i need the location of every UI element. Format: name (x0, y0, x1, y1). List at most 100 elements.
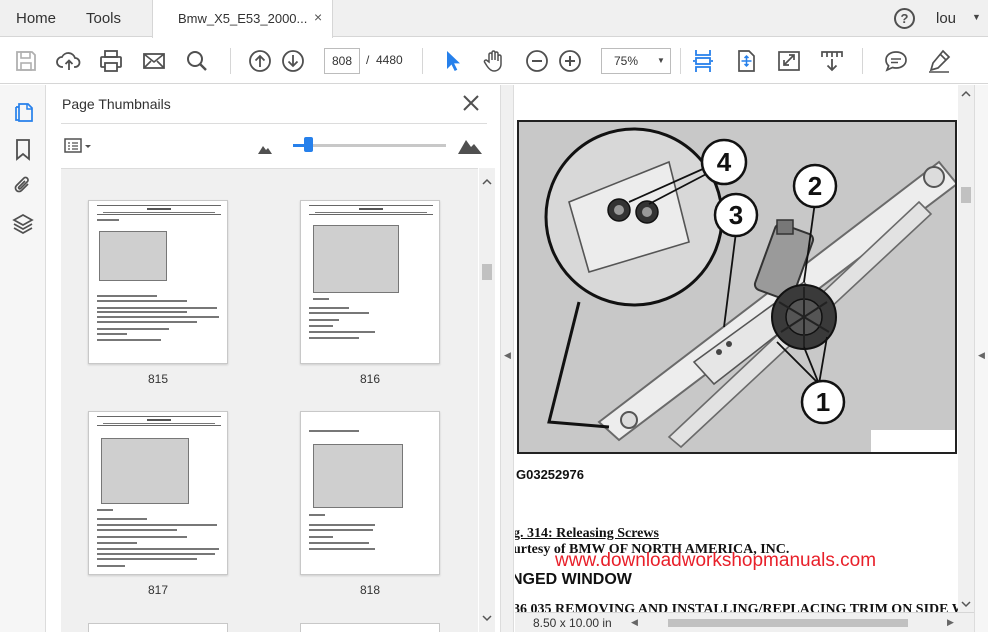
page-thumbnail[interactable] (300, 623, 440, 632)
increase-thumbnail-size-icon[interactable] (457, 137, 483, 160)
thumbnail-text-line (309, 514, 325, 516)
scroll-left-icon[interactable]: ◀ (631, 617, 638, 628)
chevron-down-icon[interactable]: ▼ (972, 12, 981, 22)
thumbnail-figure (313, 225, 399, 293)
close-icon[interactable] (461, 93, 481, 113)
tab-bar: Home Tools Bmw_X5_E53_2000... × ? lou ▼ (0, 0, 988, 38)
help-icon[interactable]: ? (894, 8, 915, 29)
horizontal-scrollbar-thumb[interactable] (668, 619, 908, 627)
callout-label: 1 (816, 387, 830, 417)
upload-cloud-icon[interactable] (56, 48, 82, 74)
procedure-title: 36 035 REMOVING AND INSTALLING/REPLACING… (515, 602, 958, 612)
thumbnail-figure (99, 231, 167, 281)
thumbnail-text-line (97, 300, 187, 302)
thumbnail-text-line (97, 548, 219, 550)
email-icon[interactable] (141, 48, 167, 74)
previous-page-icon[interactable] (247, 48, 273, 74)
thumbnail-size-slider[interactable] (293, 144, 446, 147)
document-scrollbar[interactable] (958, 85, 974, 612)
panel-splitter[interactable]: ◀ (500, 85, 514, 632)
thumbnail-text-line (309, 430, 359, 432)
thumbnail-size-slider-handle[interactable] (304, 137, 314, 152)
page-thumbnails-icon[interactable] (11, 99, 35, 123)
tab-tools[interactable]: Tools (86, 0, 121, 37)
thumbnail-text-line (309, 307, 349, 309)
next-page-icon[interactable] (280, 48, 306, 74)
close-tab-icon[interactable]: × (314, 9, 322, 25)
thumbnail-text-line (309, 529, 373, 531)
thumbnail-text-line (313, 298, 329, 300)
thumbnail-text-line (309, 542, 369, 544)
scroll-right-icon[interactable]: ▶ (947, 617, 954, 628)
page-thumbnail[interactable] (88, 411, 228, 575)
thumbnails-scrollbar[interactable] (479, 168, 495, 632)
thumbnail-text-line (309, 536, 333, 538)
scrolling-mode-icon[interactable] (690, 48, 716, 74)
thumbnail-text-line (309, 325, 333, 327)
zoom-in-icon[interactable] (557, 48, 583, 74)
zoom-select[interactable]: 75% ▼ (601, 48, 671, 74)
attachments-icon[interactable] (11, 173, 35, 197)
expand-tools-icon[interactable]: ◀ (978, 350, 985, 361)
zoom-out-icon[interactable] (524, 48, 550, 74)
thumbnail-text-line (309, 331, 375, 333)
bookmarks-icon[interactable] (11, 137, 35, 161)
read-mode-icon[interactable] (819, 48, 845, 74)
callout-label: 3 (729, 200, 743, 230)
select-cursor-icon[interactable] (439, 48, 465, 74)
thumbnail-text-line (309, 319, 339, 321)
thumbnail-text-line (97, 536, 187, 538)
comment-icon[interactable] (883, 48, 909, 74)
toolbar-divider (230, 48, 231, 74)
thumbnail-text-line (97, 316, 219, 318)
tab-home[interactable]: Home (16, 0, 56, 37)
full-screen-icon[interactable] (776, 48, 802, 74)
page-number-input[interactable]: 808 (324, 48, 360, 74)
thumbnail-text-line (97, 295, 157, 297)
thumbnail-text-line (97, 518, 147, 520)
layers-icon[interactable] (11, 212, 35, 236)
thumbnail-text-line (97, 307, 217, 309)
window-regulator-figure: 4 3 2 1 (517, 120, 957, 454)
scrollbar-thumb[interactable] (482, 264, 492, 280)
decrease-thumbnail-size-icon[interactable] (257, 142, 273, 160)
panel-title: Page Thumbnails (62, 96, 171, 112)
scroll-down-icon[interactable] (479, 612, 495, 624)
hand-tool-icon[interactable] (481, 48, 507, 74)
thumbnail-figure (101, 438, 189, 504)
print-icon[interactable] (98, 48, 124, 74)
page-thumbnail[interactable] (300, 200, 440, 364)
toolbar-divider (422, 48, 423, 74)
thumbnails-list: 815 816 817 818 (61, 168, 478, 632)
fit-page-icon[interactable] (733, 48, 759, 74)
page-thumbnail[interactable] (88, 200, 228, 364)
thumbnail-figure (313, 444, 403, 508)
section-heading: NGED WINDOW (515, 571, 632, 588)
scroll-up-icon[interactable] (958, 88, 974, 100)
page-thumbnail[interactable] (300, 411, 440, 575)
thumbnail-text-line (97, 509, 113, 511)
search-icon[interactable] (184, 48, 210, 74)
page-thumbnail[interactable] (88, 623, 228, 632)
thumbnail-text-line (309, 524, 375, 526)
thumbnail-page-number: 816 (359, 372, 381, 386)
thumbnail-text-line (97, 524, 217, 526)
scrollbar-thumb[interactable] (961, 187, 971, 203)
callout-label: 4 (717, 147, 732, 177)
thumbnail-options-icon[interactable] (64, 137, 94, 155)
watermark: www.downloadworkshopmanuals.com (555, 550, 877, 571)
save-icon[interactable] (13, 48, 39, 74)
sign-pen-icon[interactable] (926, 48, 952, 74)
collapse-panel-icon[interactable]: ◀ (504, 350, 511, 361)
scroll-down-icon[interactable] (958, 598, 974, 610)
tab-document[interactable]: Bmw_X5_E53_2000... × (152, 0, 333, 38)
user-menu[interactable]: lou (936, 10, 956, 27)
total-pages: 4480 (376, 53, 403, 67)
tab-document-label: Bmw_X5_E53_2000... (178, 11, 308, 26)
toolbar-divider (862, 48, 863, 74)
document-view[interactable]: 4 3 2 1 G03252976 g. 314: Releasing Scre… (515, 85, 958, 612)
scroll-up-icon[interactable] (479, 176, 495, 188)
thumbnail-header (309, 205, 433, 215)
figure-caption: g. 314: Releasing Screws (515, 526, 659, 541)
thumbnail-text-line (97, 328, 169, 330)
